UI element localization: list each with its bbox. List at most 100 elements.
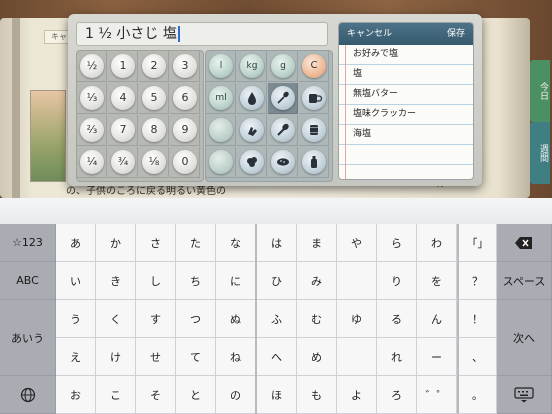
- number-key[interactable]: 1: [111, 54, 135, 78]
- blank-unit-key[interactable]: [209, 118, 233, 142]
- kana-key[interactable]: ー: [417, 338, 457, 376]
- kana-key[interactable]: ふ: [257, 300, 297, 338]
- punctuation-key[interactable]: 、: [459, 338, 497, 376]
- pinch-icon[interactable]: [240, 118, 264, 142]
- suggestion-item[interactable]: 塩味クラッカー: [339, 105, 473, 125]
- dismiss-keyboard-key[interactable]: [497, 376, 552, 414]
- side-tab-week[interactable]: 週間: [530, 122, 550, 184]
- space-key[interactable]: スペース: [497, 262, 552, 300]
- number-key[interactable]: 3: [173, 54, 197, 78]
- cancel-button[interactable]: キャンセル: [347, 23, 392, 45]
- number-key[interactable]: 9: [173, 118, 197, 142]
- kana-key[interactable]: を: [417, 262, 457, 300]
- punctuation-key[interactable]: ！: [459, 300, 497, 338]
- kana-key[interactable]: せ: [136, 338, 176, 376]
- kana-key[interactable]: さ: [136, 224, 176, 262]
- suggestion-item[interactable]: 無塩バター: [339, 85, 473, 105]
- kana-key[interactable]: も: [297, 376, 337, 414]
- kana-key[interactable]: い: [56, 262, 96, 300]
- kana-key[interactable]: の: [216, 376, 256, 414]
- kana-key[interactable]: れ: [377, 338, 417, 376]
- kana-key[interactable]: き: [96, 262, 136, 300]
- number-key[interactable]: 2: [142, 54, 166, 78]
- kana-key[interactable]: ん: [417, 300, 457, 338]
- number-key[interactable]: 6: [173, 86, 197, 110]
- globe-key[interactable]: [0, 376, 56, 414]
- backspace-key[interactable]: [497, 224, 552, 262]
- kana-mode-key[interactable]: あいう: [0, 300, 56, 376]
- kana-key[interactable]: へ: [257, 338, 297, 376]
- kana-key[interactable]: こ: [96, 376, 136, 414]
- suggestion-item[interactable]: 海塩: [339, 125, 473, 145]
- symbols-key[interactable]: ☆123: [0, 224, 56, 262]
- unit-key-kg[interactable]: kg: [240, 54, 264, 78]
- fraction-key[interactable]: ¼: [80, 150, 104, 174]
- bowl-icon[interactable]: [271, 150, 295, 174]
- kana-key[interactable]: よ: [337, 376, 377, 414]
- side-tab-today[interactable]: 今日: [530, 60, 550, 122]
- kana-key[interactable]: し: [136, 262, 176, 300]
- kana-key[interactable]: な: [216, 224, 256, 262]
- kana-key[interactable]: る: [377, 300, 417, 338]
- kana-key[interactable]: ほ: [257, 376, 297, 414]
- kana-key[interactable]: ゆ: [337, 300, 377, 338]
- fraction-key[interactable]: ⅛: [142, 150, 166, 174]
- number-key[interactable]: 7: [111, 118, 135, 142]
- kana-key[interactable]: み: [297, 262, 337, 300]
- kana-key[interactable]: う: [56, 300, 96, 338]
- unit-key-cup[interactable]: C: [302, 54, 326, 78]
- kana-key[interactable]: そ: [136, 376, 176, 414]
- fraction-key[interactable]: ¾: [111, 150, 135, 174]
- kana-key[interactable]: か: [96, 224, 136, 262]
- kana-key[interactable]: ち: [176, 262, 216, 300]
- drop-icon[interactable]: [240, 86, 264, 110]
- bottle-icon[interactable]: [302, 150, 326, 174]
- fraction-key[interactable]: ⅓: [80, 86, 104, 110]
- kana-key[interactable]: と: [176, 376, 216, 414]
- punctuation-key[interactable]: ？: [459, 262, 497, 300]
- ingredient-search-field[interactable]: 1 ½ 小さじ 塩: [76, 22, 328, 46]
- kana-key[interactable]: ゛゜: [417, 376, 457, 414]
- kana-key[interactable]: え: [56, 338, 96, 376]
- kana-key[interactable]: け: [96, 338, 136, 376]
- kana-key[interactable]: て: [176, 338, 216, 376]
- kana-key[interactable]: た: [176, 224, 216, 262]
- kana-key[interactable]: お: [56, 376, 96, 414]
- unit-key-liter[interactable]: l: [209, 54, 233, 78]
- kana-key[interactable]: あ: [56, 224, 96, 262]
- abc-key[interactable]: ABC: [0, 262, 56, 300]
- punctuation-key[interactable]: 「」: [459, 224, 497, 262]
- teaspoon-icon[interactable]: [271, 86, 295, 110]
- bunch-icon[interactable]: [240, 150, 264, 174]
- number-key[interactable]: 4: [111, 86, 135, 110]
- unit-key-gram[interactable]: g: [271, 54, 295, 78]
- kana-key[interactable]: ぬ: [216, 300, 256, 338]
- punctuation-key[interactable]: 。: [459, 376, 497, 414]
- kana-key[interactable]: に: [216, 262, 256, 300]
- kana-key[interactable]: は: [257, 224, 297, 262]
- next-key[interactable]: 次へ: [497, 300, 552, 376]
- suggestion-item[interactable]: 塩: [339, 65, 473, 85]
- fraction-key[interactable]: ⅔: [80, 118, 104, 142]
- mug-icon[interactable]: [302, 86, 326, 110]
- fraction-key[interactable]: ½: [80, 54, 104, 78]
- kana-key[interactable]: ま: [297, 224, 337, 262]
- save-button[interactable]: 保存: [447, 23, 465, 45]
- kana-key[interactable]: ろ: [377, 376, 417, 414]
- kana-key[interactable]: ら: [377, 224, 417, 262]
- kana-key[interactable]: む: [297, 300, 337, 338]
- kana-key[interactable]: や: [337, 224, 377, 262]
- kana-key[interactable]: り: [377, 262, 417, 300]
- kana-key[interactable]: め: [297, 338, 337, 376]
- number-key[interactable]: 5: [142, 86, 166, 110]
- tablespoon-icon[interactable]: [271, 118, 295, 142]
- kana-key[interactable]: く: [96, 300, 136, 338]
- unit-key-ml[interactable]: ml: [209, 86, 233, 110]
- kana-key[interactable]: つ: [176, 300, 216, 338]
- kana-key[interactable]: す: [136, 300, 176, 338]
- number-key[interactable]: 8: [142, 118, 166, 142]
- kana-key[interactable]: ね: [216, 338, 256, 376]
- kana-key[interactable]: わ: [417, 224, 457, 262]
- can-icon[interactable]: [302, 118, 326, 142]
- suggestion-item[interactable]: お好みで塩: [339, 45, 473, 65]
